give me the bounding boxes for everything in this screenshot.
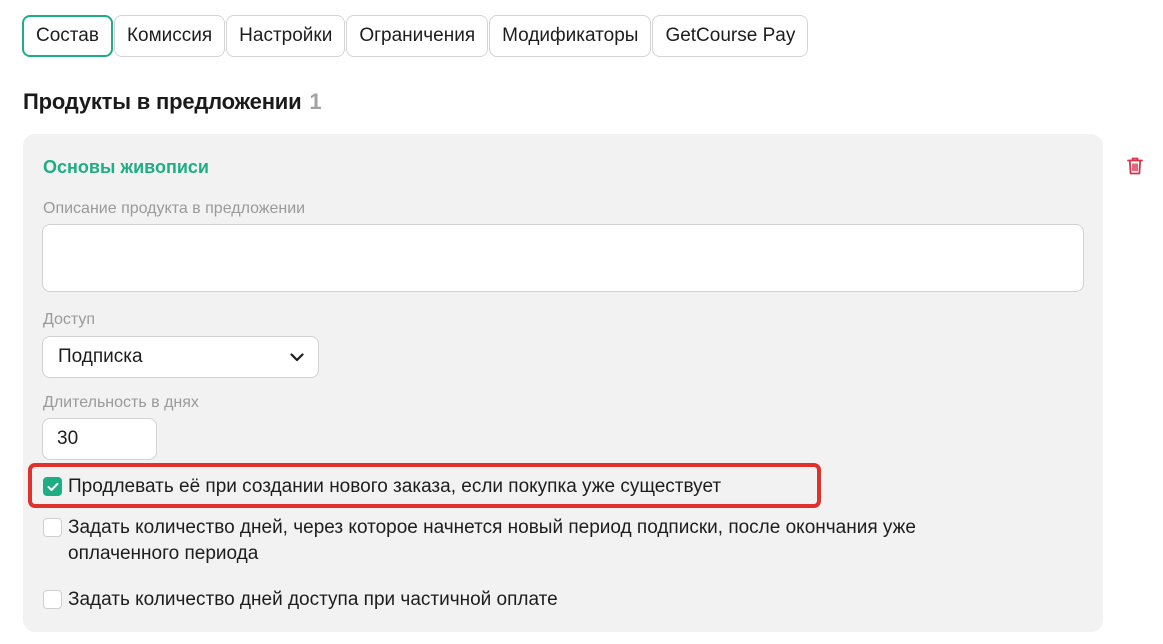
tab-getcourse-pay[interactable]: GetCourse Pay [652, 15, 809, 57]
new-period-label-line1: Задать количество дней, через которое на… [68, 517, 916, 538]
product-name[interactable]: Основы живописи [43, 157, 209, 178]
product-count: 1 [309, 89, 322, 114]
chevron-down-icon [290, 346, 304, 368]
tab-restrictions[interactable]: Ограничения [346, 15, 489, 57]
renew-checkbox[interactable] [43, 477, 62, 496]
page: Состав Комиссия Настройки Ограничения Мо… [0, 0, 1163, 644]
new-period-checkbox[interactable] [43, 518, 62, 537]
description-field[interactable] [42, 224, 1084, 292]
partial-payment-option-label: Задать количество дней доступа при части… [68, 589, 558, 610]
new-period-option[interactable]: Задать количество дней, через которое на… [43, 515, 916, 567]
renew-option-label: Продлевать её при создании нового заказа… [68, 476, 722, 497]
section-title: Продукты в предложении [23, 89, 302, 114]
section-heading: Продукты в предложении 1 [23, 89, 322, 115]
product-card: Основы живописи Описание продукта в пред… [23, 134, 1103, 632]
description-label: Описание продукта в предложении [43, 200, 306, 217]
new-period-option-label: Задать количество дней, через которое на… [68, 515, 916, 567]
access-select[interactable]: Подписка [42, 336, 319, 378]
duration-label: Длительность в днях [43, 394, 199, 411]
trash-icon[interactable] [1126, 156, 1146, 176]
tab-composition[interactable]: Состав [22, 15, 113, 57]
access-select-value: Подписка [58, 346, 143, 367]
partial-payment-checkbox[interactable] [43, 590, 62, 609]
partial-payment-option[interactable]: Задать количество дней доступа при части… [43, 587, 558, 613]
checkmark-icon [47, 482, 58, 491]
tab-settings[interactable]: Настройки [226, 15, 346, 57]
new-period-label-line2: оплаченного периода [68, 543, 259, 564]
tabs-bar: Состав Комиссия Настройки Ограничения Мо… [22, 15, 809, 57]
tab-modifiers[interactable]: Модификаторы [489, 15, 652, 57]
tab-commission[interactable]: Комиссия [113, 15, 226, 57]
renew-option[interactable]: Продлевать её при создании нового заказа… [43, 474, 721, 500]
access-label: Доступ [43, 311, 96, 328]
duration-input[interactable] [42, 418, 157, 460]
